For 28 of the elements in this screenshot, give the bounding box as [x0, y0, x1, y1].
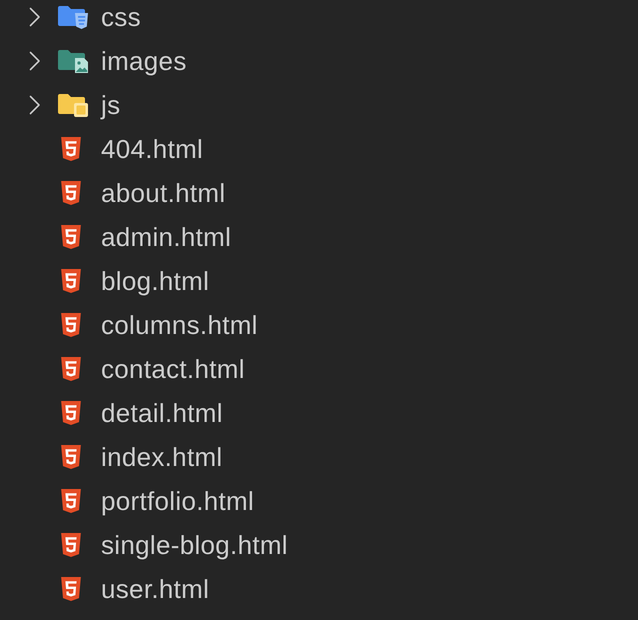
- folder-item[interactable]: css: [29, 2, 141, 32]
- image-folder-icon: [58, 49, 88, 73]
- file-item[interactable]: user.html: [60, 574, 210, 604]
- html5-icon: [60, 357, 82, 381]
- file-item[interactable]: about.html: [60, 178, 226, 208]
- html5-icon: [60, 181, 82, 205]
- folder-item[interactable]: js: [29, 90, 120, 120]
- file-item[interactable]: 404.html: [60, 134, 204, 164]
- file-item[interactable]: blog.html: [60, 266, 210, 296]
- html5-icon: [60, 137, 82, 161]
- html5-icon: [60, 577, 82, 601]
- script-folder-icon: [58, 93, 88, 117]
- file-item[interactable]: portfolio.html: [60, 486, 254, 516]
- file-item[interactable]: index.html: [60, 442, 222, 472]
- html5-icon: [60, 489, 82, 513]
- html5-icon: [60, 445, 82, 469]
- stylesheet-folder-icon: [58, 5, 88, 29]
- html5-icon: [60, 533, 82, 557]
- folder-item[interactable]: images: [29, 46, 187, 76]
- html5-icon: [60, 401, 82, 425]
- file-item[interactable]: contact.html: [60, 354, 245, 384]
- file-item[interactable]: detail.html: [60, 398, 223, 428]
- html5-icon: [60, 225, 82, 249]
- file-item[interactable]: single-blog.html: [60, 530, 288, 560]
- html5-icon: [60, 269, 82, 293]
- file-item[interactable]: admin.html: [60, 222, 232, 252]
- file-item[interactable]: columns.html: [60, 310, 258, 340]
- html5-icon: [60, 313, 82, 337]
